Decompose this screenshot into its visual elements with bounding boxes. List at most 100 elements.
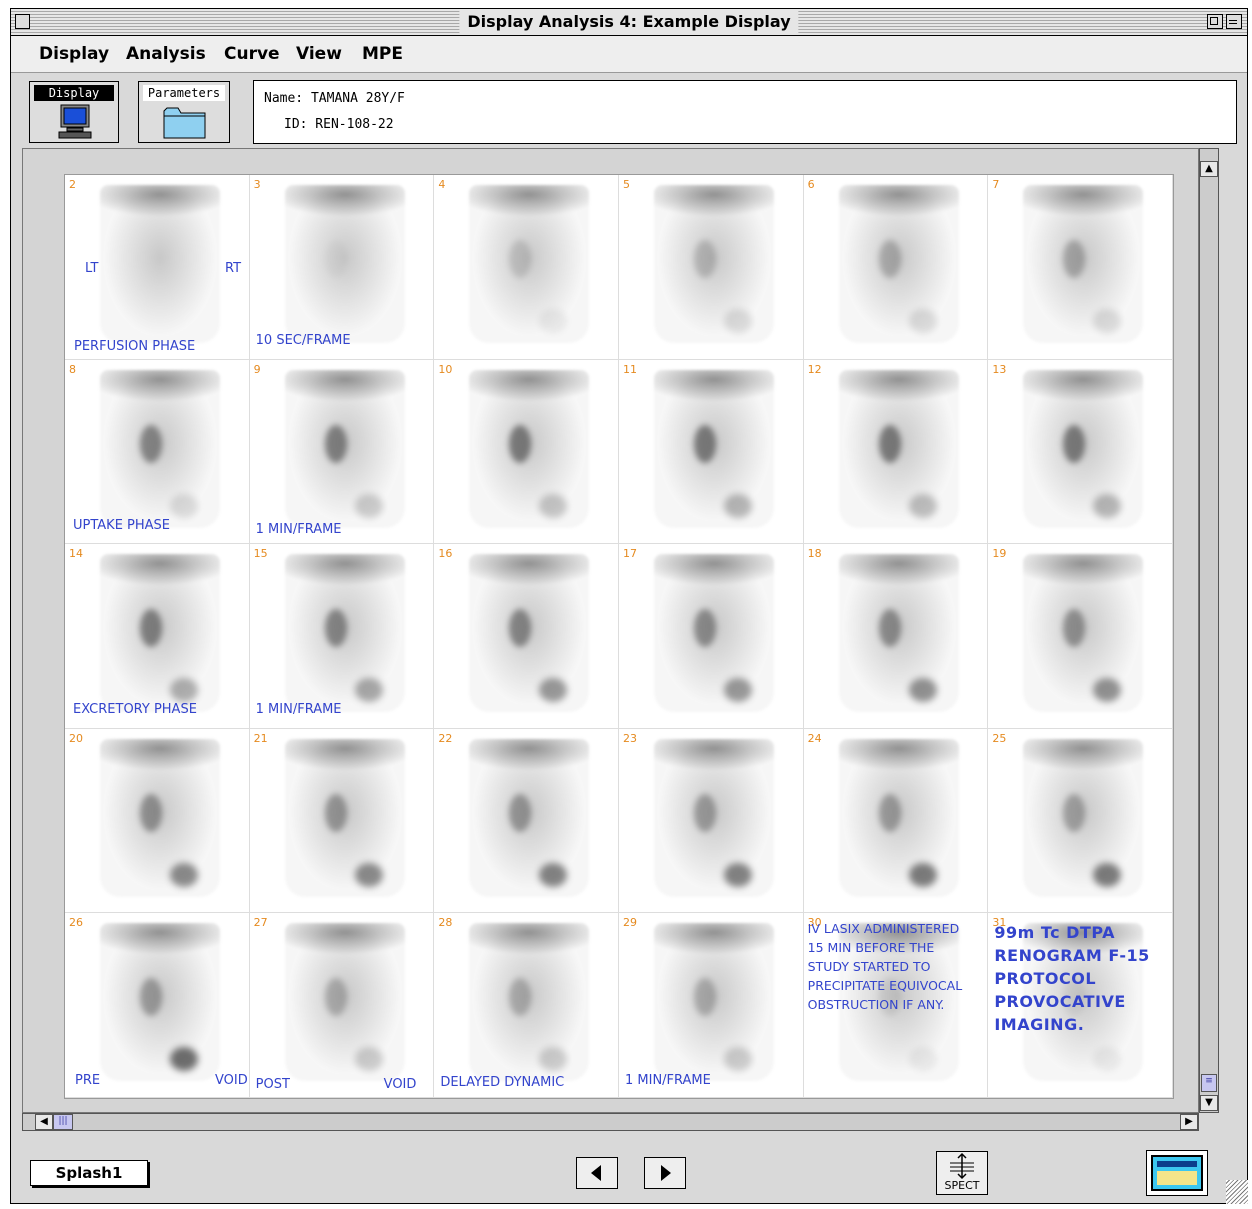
scroll-down-button[interactable]: ▼ [1200,1095,1218,1111]
screen-layout-button[interactable] [1146,1150,1208,1196]
scintigraphy-frame[interactable]: 29 1 MIN/FRAME [619,913,804,1098]
scan-image [654,554,774,713]
bladder-activity [724,309,752,333]
scintigraphy-frame[interactable]: 25 [988,728,1173,914]
scintigraphy-frame[interactable]: 14 EXCRETORY PHASE [65,544,250,729]
zoom-box[interactable] [1207,14,1223,29]
frame-number: 10 [438,362,453,376]
scintigraphy-frame[interactable]: 2 LT RT PERFUSION PHASE [65,175,250,360]
bladder-activity [1093,1047,1122,1072]
bladder-activity [724,493,752,518]
menu-mpe[interactable]: MPE [362,44,403,64]
frame-number: 2 [69,178,76,191]
next-page-button[interactable] [644,1157,686,1189]
kidney-uptake [1063,424,1086,463]
scintigraphy-frame[interactable]: 28 DELAYED DYNAMIC [434,913,619,1098]
title-bar[interactable]: Display Analysis 4: Example Display [11,9,1247,36]
kidney-uptake [324,978,347,1017]
parameters-tool-button[interactable]: Parameters [138,81,230,143]
frame-number: 15 [253,547,268,561]
scintigraphy-frame[interactable]: 30 IV LASIX ADMINISTERED 15 MIN BEFORE TH… [803,913,989,1098]
min-per-frame-label: 1 MIN/FRAME [625,1073,711,1089]
kidney-uptake [694,240,716,278]
close-box[interactable] [15,14,30,29]
kidney-uptake [509,793,532,832]
horizontal-scrollbar[interactable]: ◀ ||| ▶ [22,1113,1199,1131]
scan-image [100,369,220,528]
menu-curve[interactable]: Curve [224,44,280,64]
scan-image [838,738,959,897]
scintigraphy-frame[interactable]: 23 [619,728,804,914]
scintigraphy-frame[interactable]: 19 [988,544,1173,729]
kidney-uptake [878,609,901,648]
min-per-frame-label: 1 MIN/FRAME [255,521,342,537]
vertical-scrollbar[interactable]: ▲ ≡ ▼ [1199,148,1219,1113]
vertical-scroll-thumb[interactable]: ≡ [1201,1074,1217,1092]
perfusion-phase-label: PERFUSION PHASE [74,339,196,354]
menu-view[interactable]: View [296,44,342,64]
scan-image [469,369,590,528]
bladder-activity [354,862,383,887]
spect-button[interactable]: SPECT [936,1151,988,1195]
right-side-label: RT [225,261,242,276]
scintigraphy-frame[interactable]: 11 [619,359,804,545]
scroll-up-button[interactable]: ▲ [1200,161,1218,177]
scintigraphy-frame[interactable]: 17 [619,544,804,729]
horizontal-scroll-thumb[interactable]: ||| [53,1114,73,1130]
scintigraphy-frame[interactable]: 3 10 SEC/FRAME [249,175,435,360]
splash-button[interactable]: Splash1 [30,1160,148,1186]
scan-image [1023,185,1144,343]
previous-page-button[interactable] [576,1157,618,1189]
scan-image [654,185,774,343]
scintigraphy-frame[interactable]: 16 [434,544,619,729]
scintigraphy-frame[interactable]: 21 [249,728,435,914]
scan-image [469,185,590,343]
scroll-left-button[interactable]: ◀ [35,1114,53,1130]
kidney-uptake [509,978,532,1017]
scintigraphy-frame[interactable]: 8 UPTAKE PHASE [65,359,250,545]
collapse-box[interactable] [1226,14,1242,29]
scan-image [284,554,405,713]
menu-display[interactable]: Display [39,44,109,64]
scintigraphy-frame[interactable]: 22 [434,728,619,914]
kidney-uptake [324,424,347,463]
bladder-activity [724,678,752,703]
kidney-uptake [509,609,532,648]
kidney-uptake [140,793,162,832]
scintigraphy-frame[interactable]: 15 1 MIN/FRAME [249,544,435,729]
image-grid: 2 LT RT PERFUSION PHASE 3 10 SEC/FRAME 4 5 6 7 8 UP… [64,174,1174,1099]
display-tool-label: Display [34,85,114,101]
scintigraphy-frame[interactable]: 9 1 MIN/FRAME [249,359,435,545]
resize-grip[interactable] [1226,1180,1248,1204]
scintigraphy-frame[interactable]: 7 [988,175,1173,360]
bladder-activity [170,678,198,703]
lasix-note: IV LASIX ADMINISTERED 15 MIN BEFORE THE … [807,921,963,1013]
scintigraphy-frame[interactable]: 12 [803,359,989,545]
menu-analysis[interactable]: Analysis [126,44,206,64]
kidney-uptake [1063,240,1086,278]
scintigraphy-frame[interactable]: 20 [65,728,250,914]
excretory-phase-label: EXCRETORY PHASE [73,702,197,718]
scintigraphy-frame[interactable]: 6 [803,175,989,360]
scintigraphy-frame[interactable]: 13 [988,359,1173,545]
scintigraphy-frame[interactable]: 24 [803,728,989,914]
scintigraphy-frame[interactable]: 4 [434,175,619,360]
scintigraphy-frame[interactable]: 18 [803,544,989,729]
bladder-activity [908,862,937,887]
scintigraphy-frame[interactable]: 26 PRE VOID [65,913,250,1098]
scroll-right-button[interactable]: ▶ [1180,1114,1198,1130]
display-tool-button[interactable]: Display [29,81,119,143]
void-label: VOID [215,1073,248,1089]
scan-image [100,185,220,343]
bladder-activity [170,493,198,518]
scintigraphy-frame[interactable]: 31 99m Tc DTPA RENOGRAM F-15 PROTOCOL PRO… [988,913,1173,1098]
scan-image [284,369,405,528]
kidney-uptake [140,978,162,1017]
scan-image [469,738,590,897]
frame-number: 14 [69,547,83,561]
computer-icon [58,104,92,139]
scintigraphy-frame[interactable]: 27 POST VOID [249,913,435,1098]
scintigraphy-frame[interactable]: 5 [619,175,804,360]
scintigraphy-frame[interactable]: 10 [434,359,619,545]
frame-number: 26 [69,916,83,930]
